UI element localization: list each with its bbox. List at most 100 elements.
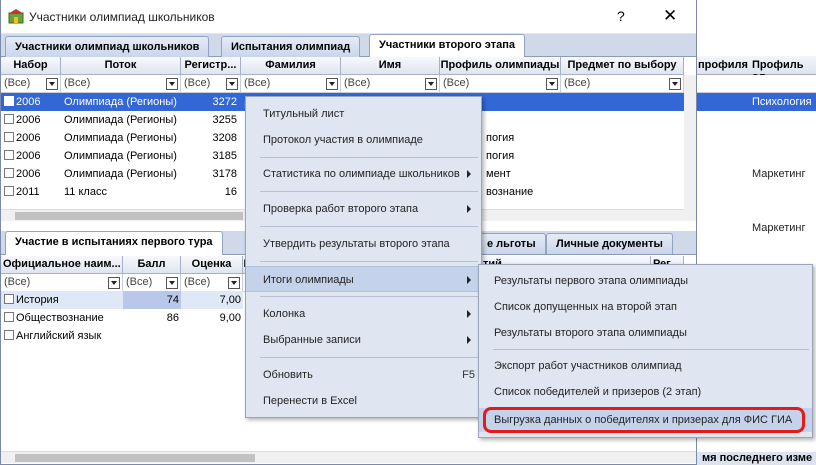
row-checkbox[interactable]	[4, 168, 14, 178]
cell-nabor: 2006	[1, 147, 61, 165]
dropdown-icon[interactable]	[546, 78, 558, 90]
row-checkbox[interactable]	[4, 330, 14, 340]
tab-olympiad-participants[interactable]: Участники олимпиад школьников	[5, 36, 210, 57]
menu-item-approve-results[interactable]: Утвердить результаты второго этапа	[246, 231, 481, 257]
cell-registration: 16	[224, 186, 237, 198]
row-checkbox[interactable]	[4, 150, 14, 160]
col-ball[interactable]: Балл	[123, 256, 181, 274]
menu-item-column[interactable]: Колонка	[246, 301, 481, 327]
submenu-item-first-stage-results[interactable]: Результаты первого этапа олимпиады	[479, 269, 812, 293]
submenu-item-export-works[interactable]: Экспорт работ участников олимпиад	[479, 354, 812, 378]
lower-horizontal-scrollbar[interactable]	[1, 451, 696, 463]
menu-separator	[260, 261, 478, 262]
col-official-name[interactable]: Официальное наим...	[1, 256, 123, 274]
cell-registration: 3208	[212, 132, 237, 144]
cell-potok: Олимпиада (Регионы)	[64, 150, 177, 162]
cell-ocenka: 7,00	[181, 291, 243, 309]
submenu-item-admitted-list[interactable]: Список допущенных на второй этап	[479, 295, 812, 319]
upper-vertical-scrollbar[interactable]	[684, 75, 696, 221]
row-checkbox[interactable]	[4, 114, 14, 124]
filter-registration[interactable]: (Все)	[181, 75, 241, 93]
cell-profile-partial: мент	[486, 168, 511, 180]
col-profile[interactable]: Профиль олимпиады	[440, 57, 561, 75]
filter-official-name[interactable]: (Все)	[1, 274, 123, 292]
tab-personal-documents[interactable]: Личные документы	[546, 233, 673, 254]
col-surname[interactable]: Фамилия	[241, 57, 341, 75]
upper-grid-header: Набор Поток Регистр... Фамилия Имя Профи…	[1, 57, 684, 75]
tab-olympiad-tests[interactable]: Испытания олимпиад	[221, 36, 361, 57]
background-col-profile[interactable]: профиля	[698, 59, 748, 71]
cell-potok: Олимпиада (Регионы)	[64, 96, 177, 108]
menu-separator	[260, 357, 478, 358]
dropdown-icon[interactable]	[46, 78, 58, 90]
dropdown-icon[interactable]	[226, 78, 238, 90]
menu-separator	[493, 349, 809, 350]
olympiad-results-submenu: Результаты первого этапа олимпиады Списо…	[478, 264, 813, 438]
main-tabs: Участники олимпиад школьников Испытания …	[1, 34, 696, 58]
menu-item-selected-records[interactable]: Выбранные записи	[246, 327, 481, 353]
shortcut-label: F5	[462, 369, 475, 381]
tab-second-stage[interactable]: Участники второго этапа	[369, 34, 526, 58]
cell-potok: 11 класс	[64, 186, 107, 198]
tab-benefits[interactable]: е льготы	[477, 233, 546, 254]
submenu-arrow-icon	[467, 170, 471, 178]
menu-item-statistics[interactable]: Статистика по олимпиаде школьников	[246, 161, 481, 187]
filter-ocenka[interactable]: (Все)	[181, 274, 243, 292]
cell-ocenka: 9,00	[219, 312, 241, 324]
cell-subject: Обществознание	[1, 309, 123, 327]
table-row[interactable]: Обществознание 86 9,00	[1, 309, 246, 327]
menu-item-title-page[interactable]: Титульный лист	[246, 101, 481, 127]
dropdown-icon[interactable]	[228, 277, 240, 289]
menu-item-refresh[interactable]: Обновить F5	[246, 362, 481, 388]
row-checkbox[interactable]	[4, 294, 14, 304]
col-name[interactable]: Имя	[341, 57, 440, 75]
context-menu: Титульный лист Протокол участия в олимпи…	[245, 96, 482, 418]
menu-separator	[260, 296, 478, 297]
col-subject[interactable]: Предмет по выбору	[561, 57, 684, 75]
cell-nabor: 2006	[1, 111, 61, 129]
filter-name[interactable]: (Все)	[341, 75, 440, 93]
cell-ball: 86	[166, 312, 179, 324]
scrollbar-thumb[interactable]	[15, 212, 243, 220]
dropdown-icon[interactable]	[108, 277, 120, 289]
col-ocenka[interactable]: Оценка	[181, 256, 243, 274]
cell-registration: 3272	[212, 96, 237, 108]
filter-nabor[interactable]: (Все)	[1, 75, 61, 93]
menu-item-export-excel[interactable]: Перенести в Excel	[246, 388, 481, 414]
cell-potok: Олимпиада (Регионы)	[64, 168, 177, 180]
filter-subject[interactable]: (Все)	[561, 75, 684, 93]
col-registration[interactable]: Регистр...	[181, 57, 241, 75]
filter-ball[interactable]: (Все)	[123, 274, 181, 292]
table-row[interactable]: Английский язык	[1, 327, 246, 345]
help-button[interactable]: ?	[617, 8, 625, 24]
filter-profile[interactable]: (Все)	[440, 75, 561, 93]
app-icon	[8, 9, 24, 24]
submenu-item-winners-list[interactable]: Список победителей и призеров (2 этап)	[479, 380, 812, 404]
row-checkbox[interactable]	[4, 186, 14, 196]
cell-nabor: 2006	[1, 93, 61, 111]
submenu-item-second-stage-results[interactable]: Результаты второго этапа олимпиады	[479, 321, 812, 345]
col-nabor[interactable]: Набор	[1, 57, 61, 75]
cell-ball: 74	[123, 291, 181, 309]
dropdown-icon[interactable]	[166, 78, 178, 90]
menu-separator	[260, 226, 478, 227]
scrollbar-thumb[interactable]	[15, 454, 255, 462]
filter-potok[interactable]: (Все)	[61, 75, 181, 93]
cell-nabor: 2006	[1, 129, 61, 147]
background-cell-marketing: Маркетинг	[752, 168, 806, 180]
menu-item-check-works[interactable]: Проверка работ второго этапа	[246, 196, 481, 222]
dropdown-icon[interactable]	[425, 78, 437, 90]
row-checkbox[interactable]	[4, 132, 14, 142]
filter-surname[interactable]: (Все)	[241, 75, 341, 93]
dropdown-icon[interactable]	[669, 78, 681, 90]
row-checkbox[interactable]	[4, 312, 14, 322]
table-row[interactable]: История 74 7,00	[1, 291, 246, 309]
menu-item-olympiad-results[interactable]: Итоги олимпиады	[246, 266, 481, 292]
row-checkbox[interactable]	[4, 96, 14, 106]
menu-item-participation-protocol[interactable]: Протокол участия в олимпиаде	[246, 127, 481, 153]
close-button[interactable]: ✕	[663, 6, 677, 26]
tab-first-round-tests[interactable]: Участие в испытаниях первого тура	[5, 231, 223, 255]
col-potok[interactable]: Поток	[61, 57, 181, 75]
dropdown-icon[interactable]	[326, 78, 338, 90]
dropdown-icon[interactable]	[166, 277, 178, 289]
